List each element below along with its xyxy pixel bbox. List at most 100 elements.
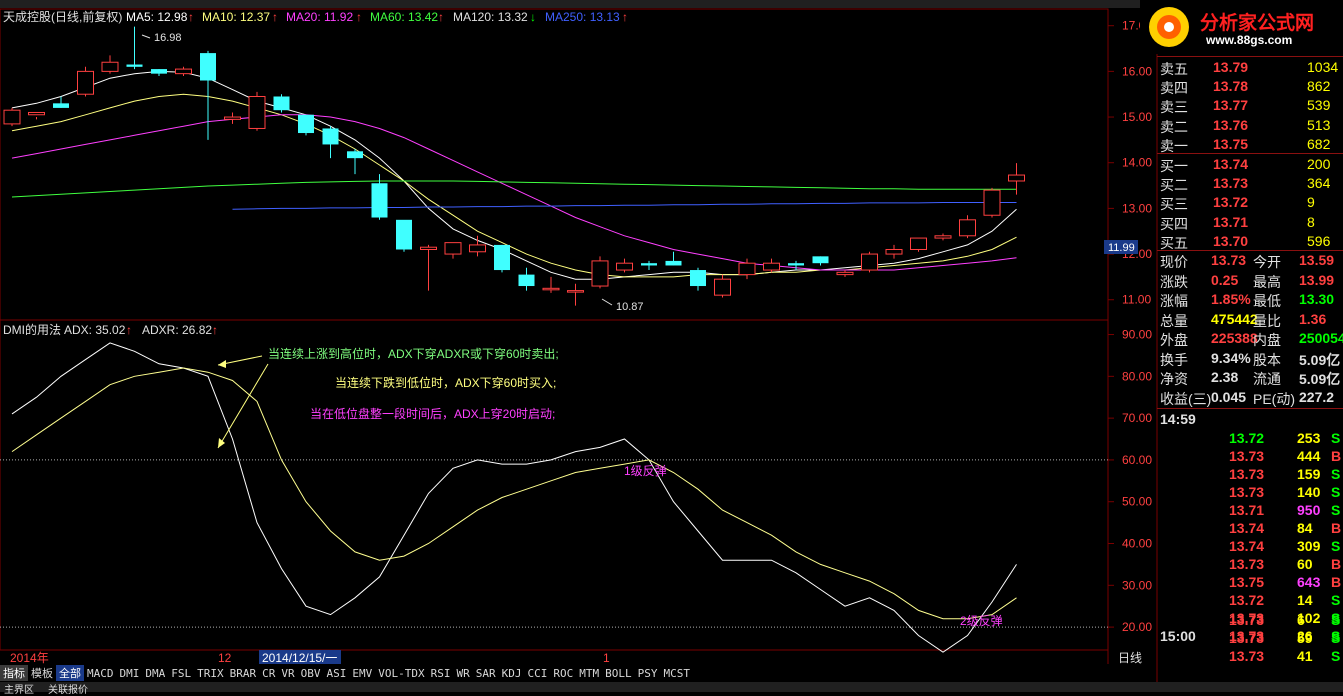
toolbar-item-模板[interactable]: 模板	[28, 665, 56, 681]
tick-side: B	[1331, 520, 1342, 536]
stat-value: 1.85%	[1211, 291, 1251, 307]
sell-level-price: 13.79	[1213, 59, 1249, 75]
toolbar-item-kdj[interactable]: KDJ	[499, 667, 525, 680]
svg-text:↑: ↑	[622, 10, 628, 24]
tick-price: 13.73	[1229, 484, 1265, 500]
toolbar-item-dmi[interactable]: DMI	[117, 667, 143, 680]
candle-body	[200, 53, 216, 81]
main-title: 天成控股(日线,前复权)	[3, 9, 122, 24]
candle-body	[494, 244, 510, 271]
candle-body	[714, 278, 731, 296]
toolbar-item-rsi[interactable]: RSI	[428, 667, 454, 680]
sell-row: 卖四 13.78 862	[1157, 77, 1343, 98]
tab-related-quotes[interactable]: 关联报价	[48, 681, 88, 696]
tick-side: S	[1331, 502, 1341, 518]
toolbar-item-macd[interactable]: MACD	[84, 667, 117, 680]
toolbar-item-cci[interactable]: CCI	[524, 667, 550, 680]
toolbar-item-vr[interactable]: VR	[278, 667, 297, 680]
toolbar-item-dma[interactable]: DMA	[142, 667, 168, 680]
tab-main-area[interactable]: 主界区	[4, 681, 34, 696]
tick-time: 15:00	[1160, 628, 1196, 644]
toolbar-item-全部[interactable]: 全部	[56, 665, 84, 681]
tick-price: 13.73	[1229, 648, 1265, 664]
dmi-tick-label: 90.00	[1122, 328, 1152, 342]
stat-value: 0.25	[1211, 271, 1239, 288]
candle-body	[347, 151, 363, 159]
x-label-year: 2014年	[10, 651, 49, 665]
candle-body	[444, 242, 462, 255]
candle-body	[812, 256, 829, 264]
toolbar-item-boll[interactable]: BOLL	[602, 667, 635, 680]
tick-volume: 140	[1297, 484, 1321, 500]
candle	[3, 107, 21, 127]
stat-label: 股本	[1253, 351, 1281, 368]
buy-row: 买一 13.74 200	[1157, 155, 1343, 176]
toolbar-item-指标[interactable]: 指标	[0, 665, 28, 681]
sell-level-volume: 539	[1307, 97, 1331, 114]
toolbar-item-wr[interactable]: WR	[453, 667, 472, 680]
stat-label: 量比	[1253, 312, 1281, 329]
toolbar-item-psy[interactable]: PSY	[635, 667, 661, 680]
candle-body	[322, 128, 339, 145]
min-price-label: 10.87	[616, 301, 644, 313]
toolbar-item-emv[interactable]: EMV	[349, 667, 375, 680]
candle-body	[788, 263, 804, 266]
buy-level-volume: 364	[1307, 175, 1331, 192]
toolbar-item-roc[interactable]: ROC	[550, 667, 576, 680]
dmi-tick-label: 80.00	[1122, 369, 1152, 383]
toolbar-item-mcst[interactable]: MCST	[660, 667, 693, 680]
toolbar-item-sar[interactable]: SAR	[473, 667, 499, 680]
sell-level-volume: 682	[1307, 135, 1331, 152]
tick-volume: 41	[1297, 648, 1313, 664]
chart-stage: 17.0016.0015.0014.0013.0012.0011.00 90.0…	[0, 0, 1343, 692]
toolbar-item-mtm[interactable]: MTM	[576, 667, 602, 680]
candle-body	[77, 70, 94, 95]
tick-volume: 14	[1297, 592, 1313, 608]
candle-body	[616, 262, 633, 271]
candle-body	[641, 263, 657, 266]
toolbar-item-obv[interactable]: OBV	[298, 667, 324, 680]
toolbar-item-fsl[interactable]: FSL	[168, 667, 194, 680]
stat-label: 最高	[1253, 273, 1281, 290]
dmi-title: DMI的用法	[3, 322, 61, 337]
stat-row: 总量 475442 量比 1.36	[1157, 310, 1343, 331]
candle	[983, 187, 1001, 218]
tick-price: 13.73	[1229, 556, 1265, 572]
buy-level-label: 买二	[1160, 177, 1188, 194]
stat-row: 外盘 225388 内盘 250054	[1157, 329, 1343, 350]
tick-time-row: 15:00	[1157, 627, 1343, 648]
toolbar-item-vol-tdx[interactable]: VOL-TDX	[375, 667, 427, 680]
candle	[910, 237, 927, 252]
toolbar-item-brar[interactable]: BRAR	[227, 667, 260, 680]
note-start: 当在低位盘整一段时间后，ADX上穿20时启动;	[310, 406, 555, 421]
tick-side: B	[1331, 556, 1342, 572]
dmi-tick-label: 60.00	[1122, 453, 1152, 467]
ma250-label: MA250: 13.13	[545, 10, 620, 24]
tick-price: 13.75	[1229, 574, 1265, 590]
stat-label: 外盘	[1160, 332, 1188, 348]
tick-volume: 60	[1297, 556, 1313, 572]
candle-body	[910, 237, 927, 250]
tick-price: 13.73	[1229, 612, 1265, 628]
candle-body	[53, 103, 69, 108]
toolbar-item-trix[interactable]: TRIX	[194, 667, 227, 680]
stat-value: 250054	[1299, 330, 1343, 346]
tick-price: 13.74	[1229, 538, 1265, 554]
x-label-selected-date: 2014/12/15/一	[262, 651, 337, 665]
price-tick-label: 13.00	[1122, 201, 1152, 215]
ma20-label: MA20: 11.92	[286, 10, 353, 24]
candle	[396, 219, 412, 252]
candle-body	[396, 219, 412, 250]
stat-row: 现价 13.73 今开 13.59	[1157, 251, 1343, 272]
toolbar-item-asi[interactable]: ASI	[324, 667, 350, 680]
candle-body	[885, 248, 903, 255]
note-sell: 当连续上涨到高位时，ADX下穿ADXR或下穿60时卖出;	[268, 346, 559, 361]
ma-up-arrows: ↑	[188, 10, 194, 24]
logo-text: 分析家公式网	[1200, 13, 1315, 34]
sell-row: 卖三 13.77 539	[1157, 96, 1343, 117]
candle-body	[959, 219, 976, 237]
period-label: 日线	[1118, 651, 1142, 665]
tick-volume: 309	[1297, 538, 1321, 554]
stat-value: 13.73	[1211, 252, 1247, 268]
toolbar-item-cr[interactable]: CR	[259, 667, 278, 680]
